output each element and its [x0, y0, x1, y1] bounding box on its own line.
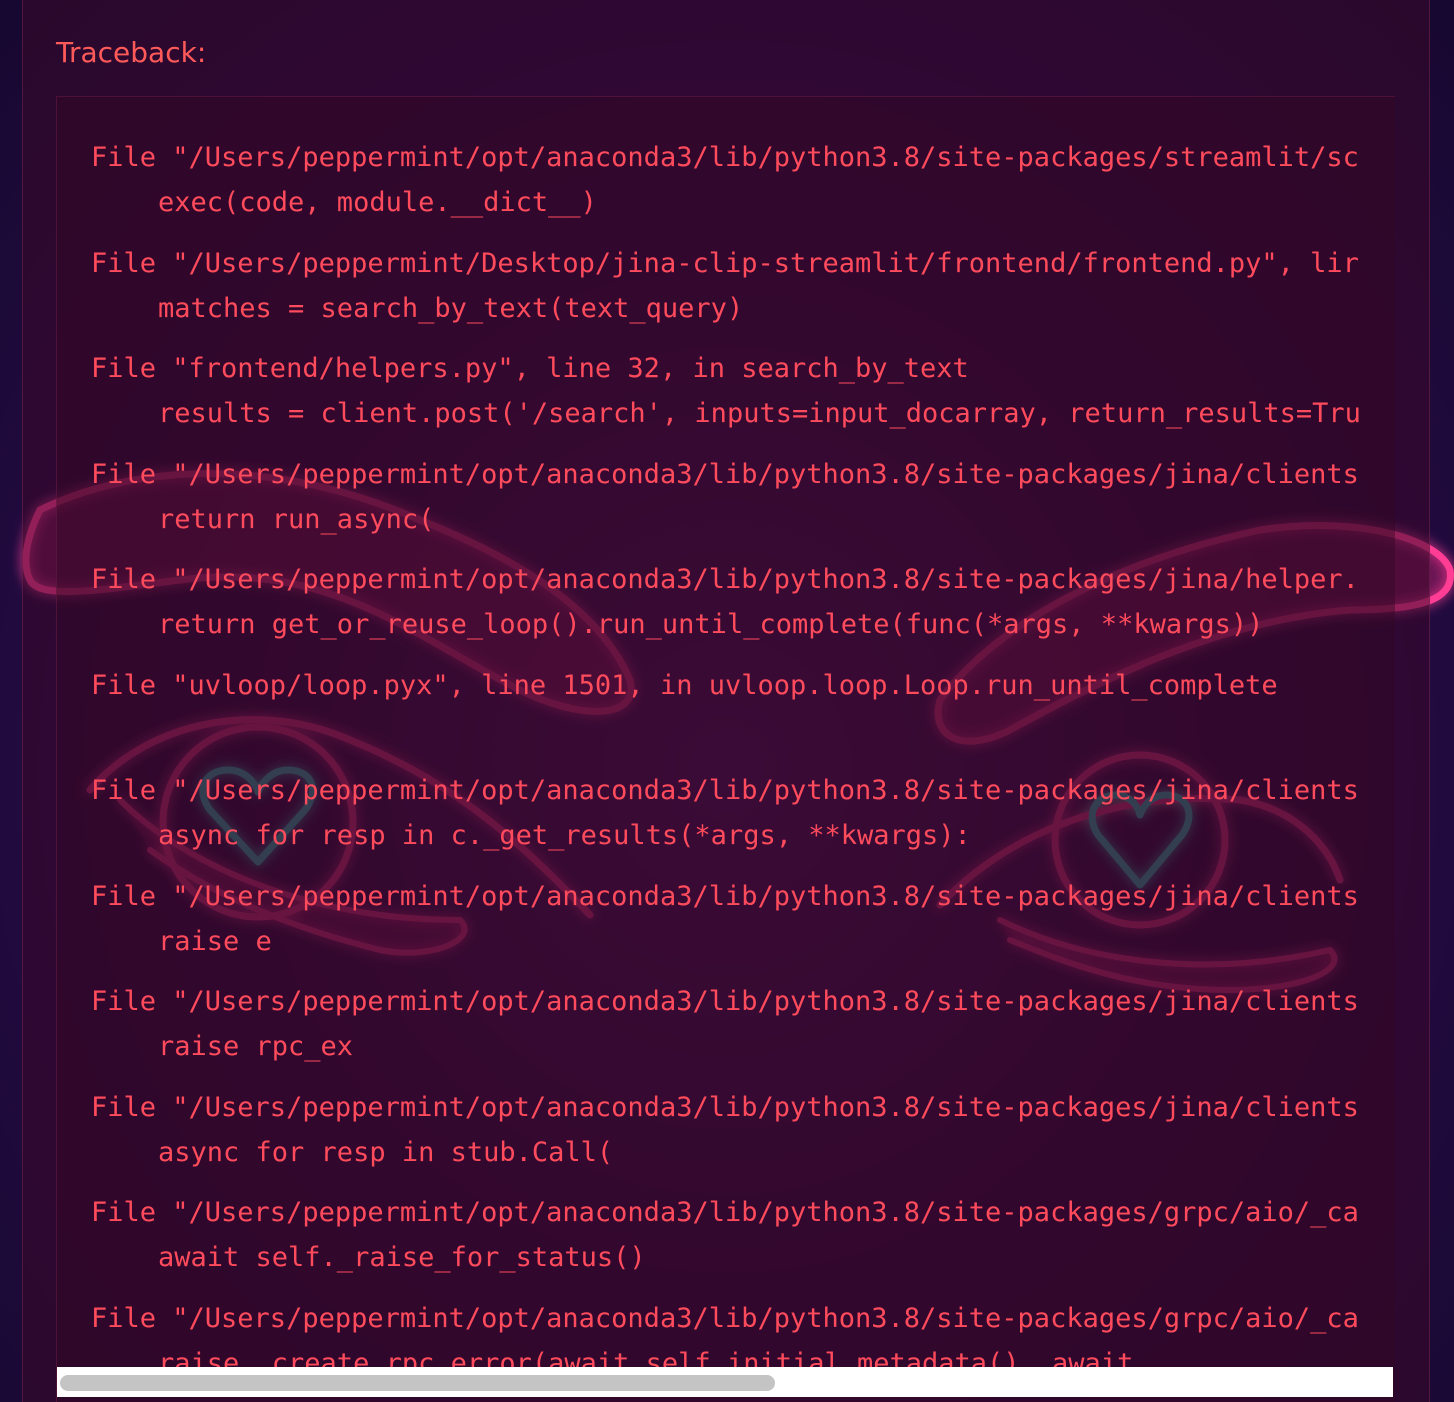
frame-code-line	[91, 708, 1395, 753]
frame-file-line: File "/Users/peppermint/opt/anaconda3/li…	[91, 564, 1359, 595]
frame-code-line: return get_or_reuse_loop().run_until_com…	[158, 609, 1264, 640]
traceback-frame: File "/Users/peppermint/Desktop/jina-cli…	[91, 241, 1395, 347]
frame-file-line: File "/Users/peppermint/opt/anaconda3/li…	[91, 458, 1359, 490]
frame-code-line: async for resp in c._get_results(*args, …	[158, 820, 971, 851]
frame-code-line: raise e	[158, 925, 272, 957]
traceback-frame: File "uvloop/loop.pyx", line 1501, in uv…	[91, 663, 1395, 769]
traceback-frame: File "/Users/peppermint/opt/anaconda3/li…	[91, 1190, 1395, 1296]
frame-file-line: File "/Users/peppermint/opt/anaconda3/li…	[91, 1302, 1359, 1334]
frame-file-line: File "/Users/peppermint/opt/anaconda3/li…	[91, 986, 1359, 1017]
frame-file-line: File "/Users/peppermint/opt/anaconda3/li…	[91, 880, 1359, 912]
frame-code-line: results = client.post('/search', inputs=…	[158, 398, 1361, 429]
traceback-code: File "/Users/peppermint/opt/anaconda3/li…	[91, 135, 1395, 1401]
frame-code-line: await self._raise_for_status()	[158, 1242, 646, 1273]
traceback-frame: File "/Users/peppermint/opt/anaconda3/li…	[91, 768, 1395, 874]
frame-file-line: File "frontend/helpers.py", line 32, in …	[91, 353, 969, 384]
traceback-code-block[interactable]: File "/Users/peppermint/opt/anaconda3/li…	[56, 96, 1395, 1402]
frame-code-line: matches = search_by_text(text_query)	[158, 292, 744, 324]
frame-file-line: File "/Users/peppermint/opt/anaconda3/li…	[91, 142, 1359, 173]
horizontal-scrollbar[interactable]	[57, 1367, 1393, 1397]
traceback-frame: File "/Users/peppermint/opt/anaconda3/li…	[91, 979, 1395, 1085]
frame-file-line: File "/Users/peppermint/opt/anaconda3/li…	[91, 1197, 1359, 1228]
frame-file-line: File "/Users/peppermint/Desktop/jina-cli…	[91, 247, 1359, 279]
frame-file-line: File "uvloop/loop.pyx", line 1501, in uv…	[91, 669, 1278, 701]
frame-code-line: raise rpc_ex	[158, 1031, 354, 1062]
traceback-frame: File "/Users/peppermint/opt/anaconda3/li…	[91, 1085, 1395, 1191]
traceback-frame: File "/Users/peppermint/opt/anaconda3/li…	[91, 557, 1395, 663]
frame-file-line: File "/Users/peppermint/opt/anaconda3/li…	[91, 775, 1359, 806]
frame-code-line: return run_async(	[158, 503, 435, 535]
frame-code-line: async for resp in stub.Call(	[158, 1136, 614, 1168]
traceback-frame: File "/Users/peppermint/opt/anaconda3/li…	[91, 452, 1395, 558]
traceback-frame: File "/Users/peppermint/opt/anaconda3/li…	[91, 135, 1395, 241]
traceback-heading: Traceback:	[56, 36, 207, 69]
traceback-frame: File "frontend/helpers.py", line 32, in …	[91, 346, 1395, 452]
app-page: Traceback: File "/Users/peppermint/opt/a…	[0, 0, 1454, 1402]
scrollbar-thumb[interactable]	[60, 1375, 775, 1391]
frame-code-line: exec(code, module.__dict__)	[158, 187, 597, 218]
frame-file-line: File "/Users/peppermint/opt/anaconda3/li…	[91, 1091, 1359, 1123]
traceback-frame: File "/Users/peppermint/opt/anaconda3/li…	[91, 874, 1395, 980]
